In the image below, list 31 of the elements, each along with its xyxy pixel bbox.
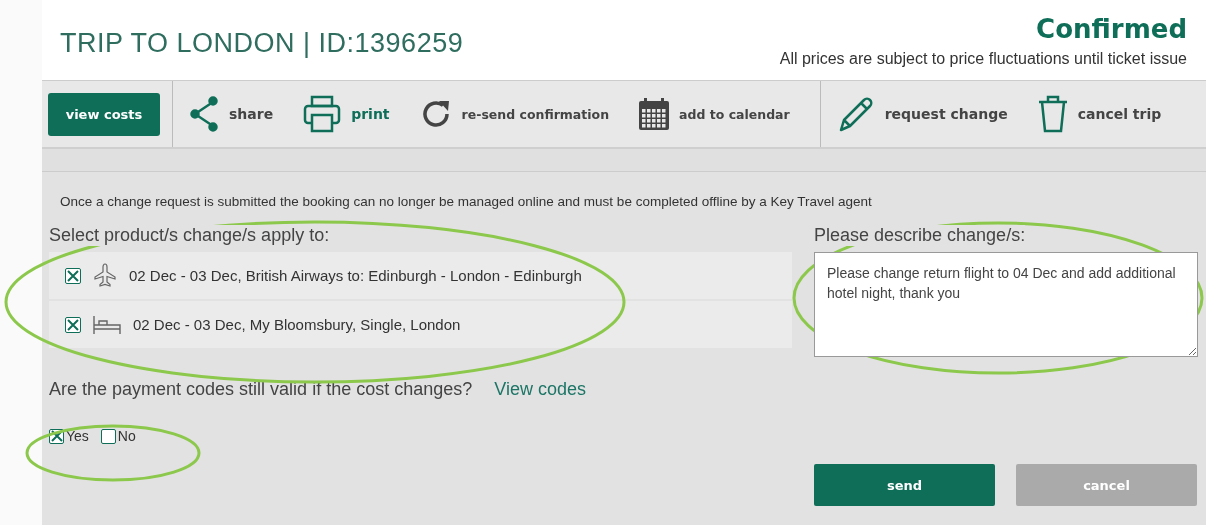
booking-status: Confirmed — [1036, 14, 1187, 44]
product-row[interactable]: 02 Dec - 03 Dec, My Bloomsbury, Single, London — [49, 301, 792, 348]
product-text: 02 Dec - 03 Dec, British Airways to: Edinburgh - London - Edinburgh — [129, 267, 582, 284]
airplane-icon — [93, 262, 117, 289]
product-row[interactable]: 02 Dec - 03 Dec, British Airways to: Edinburgh - London - Edinburgh — [49, 252, 792, 299]
toolbar-link[interactable]: print — [351, 106, 390, 122]
product-text: 02 Dec - 03 Dec, My Bloomsbury, Single, London — [133, 316, 461, 333]
calendar-icon[interactable] — [639, 98, 670, 130]
toolbar-link[interactable]: cancel trip — [1077, 106, 1162, 122]
notice-text: Once a change request is submitted the booking can no longer be managed online and must be completed offline by a Key Travel agent — [59, 194, 873, 209]
description-label: Please describe change/s: — [814, 225, 1026, 246]
checkbox[interactable] — [65, 316, 81, 333]
checkbox[interactable] — [100, 428, 116, 444]
checkbox[interactable] — [65, 267, 81, 284]
view-codes-link[interactable]: View codes — [494, 379, 586, 400]
description-field[interactable]: Please change return flight to 04 Dec and add additional hotel night, thank you — [814, 252, 1198, 357]
bed-icon — [93, 314, 121, 335]
toolbar-link[interactable]: share — [229, 106, 274, 122]
trash-icon[interactable] — [1037, 95, 1068, 133]
price-note: All prices are subject to price fluctuations until ticket issue — [779, 50, 1187, 68]
toolbar-link[interactable]: add to calendar — [679, 106, 790, 122]
toolbar-link[interactable]: request change — [884, 106, 1008, 122]
view-costs-button[interactable]: view costs — [48, 92, 160, 136]
toolbar-link[interactable]: re-send confirmation — [461, 106, 610, 122]
option-label: No — [117, 428, 136, 444]
printer-icon[interactable] — [303, 95, 342, 133]
option-label: Yes — [66, 428, 89, 444]
products-label: Select product/s change/s apply to: — [49, 225, 330, 246]
trip-title: TRIP TO LONDON | ID:1396259 — [60, 28, 464, 59]
send-button[interactable]: send — [814, 464, 995, 506]
share-icon[interactable] — [189, 96, 219, 132]
